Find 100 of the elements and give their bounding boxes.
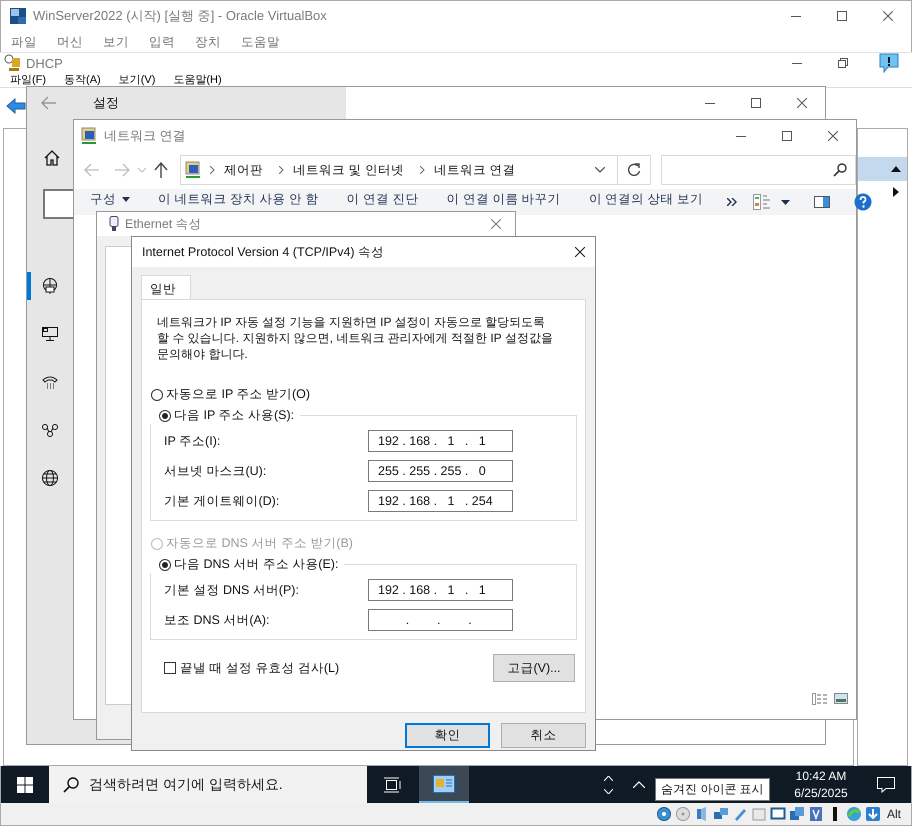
- taskbar-app-button[interactable]: [419, 766, 469, 803]
- radio-label: 자동으로 IP 주소 받기(O): [166, 386, 310, 403]
- windows-logo-icon: [17, 776, 33, 792]
- menu-item[interactable]: 도움말: [237, 34, 288, 50]
- checkbox[interactable]: [164, 662, 176, 674]
- advanced-button[interactable]: 고급(V)...: [493, 654, 575, 682]
- shared-folder-icon: [750, 806, 767, 822]
- search-icon: [832, 163, 847, 177]
- task-view-icon: [384, 776, 402, 792]
- scroll-up-icon[interactable]: [604, 776, 613, 780]
- radio-label: 자동으로 DNS 서버 주소 받기(B): [166, 535, 353, 552]
- hard-disk-icon: [656, 806, 672, 822]
- host-key-label: Alt: [886, 806, 901, 820]
- toolbar-button[interactable]: 이 연결 이름 바꾸기: [446, 189, 561, 207]
- chevron-down-icon[interactable]: [594, 167, 605, 173]
- chevron-right-icon: [210, 166, 215, 174]
- refresh-button[interactable]: [618, 155, 651, 185]
- toolbar-button[interactable]: 구성: [90, 189, 130, 207]
- address-bar[interactable]: 제어판 네트워크 및 인터넷 네트워크 연결: [180, 155, 618, 185]
- field-label: 기본 설정 DNS 서버(P):: [163, 582, 300, 598]
- caret-icon[interactable]: [781, 200, 790, 204]
- field-label: 기본 게이트웨이(D):: [163, 492, 280, 510]
- close-icon: [883, 11, 893, 21]
- ok-button[interactable]: 확인: [405, 723, 490, 748]
- network-folder-icon: [80, 126, 98, 144]
- clock[interactable]: 10:42 AM 6/25/2025: [781, 768, 861, 802]
- field-label: IP 주소(I):: [163, 432, 222, 450]
- menu-item[interactable]: 보기(V): [118, 74, 156, 86]
- toolbar-button[interactable]: 이 연결의 상태 보기: [588, 189, 704, 207]
- cancel-button[interactable]: 취소: [501, 723, 586, 748]
- menu-item[interactable]: 입력: [145, 34, 183, 50]
- search-field[interactable]: 검색하려면 여기에 입력하세요.: [49, 766, 367, 803]
- view-options-icon[interactable]: [753, 194, 772, 210]
- network-icon: [712, 806, 729, 822]
- menu-item[interactable]: 동작(A): [64, 74, 101, 86]
- ip-address-field[interactable]: 192 . 168 . 1 . 1: [368, 579, 513, 601]
- window-title: WinServer2022 (시작) [실행 중] - Oracle VirtualBox: [33, 7, 328, 25]
- menu-item[interactable]: 파일(F): [10, 74, 46, 86]
- toolbar-button[interactable]: 이 네트워크 장치 사용 안 함: [158, 189, 318, 207]
- app-logo-icon: [9, 7, 27, 25]
- app-window-icon: [433, 774, 455, 792]
- radio-button[interactable]: [151, 388, 163, 400]
- optical-disc-icon: [674, 806, 691, 822]
- window-title: 네트워크 연결: [104, 126, 187, 144]
- checkbox-label: 끝낼 때 설정 유효성 검사(L): [180, 660, 340, 676]
- menu-item[interactable]: 파일: [7, 34, 45, 50]
- globe-icon[interactable]: [41, 469, 59, 487]
- up-arrow-icon[interactable]: [154, 162, 168, 178]
- maximize-icon: [751, 98, 761, 108]
- breadcrumb-item[interactable]: 네트워크 및 인터넷: [293, 162, 404, 178]
- search-field[interactable]: [43, 189, 74, 219]
- tooltip: 숨겨진 아이콘 표시: [655, 778, 770, 801]
- maximize-icon: [837, 11, 847, 21]
- menu-item[interactable]: 보기: [99, 34, 137, 50]
- collapse-arrow-icon[interactable]: [891, 166, 901, 172]
- expand-arrow-icon[interactable]: [893, 187, 899, 197]
- window-title: Ethernet 속성: [125, 216, 203, 232]
- field-label: 보조 DNS 서버(A):: [163, 612, 270, 628]
- caret-icon: [122, 197, 130, 202]
- windows-icon: [788, 806, 805, 822]
- link-icon[interactable]: [41, 421, 59, 439]
- restore-icon: [838, 58, 848, 68]
- globe-icon: [846, 806, 862, 822]
- more-commands-icon[interactable]: [727, 198, 738, 206]
- menu-item[interactable]: 장치: [191, 34, 229, 50]
- menu-item[interactable]: 머신: [53, 34, 91, 50]
- preview-pane-icon[interactable]: [814, 196, 830, 208]
- radio-button[interactable]: [159, 410, 171, 422]
- description-text: 네트워크가 IP 자동 설정 기능을 지원하면 IP 설정이 자동으로 할당되도록 할 수 있습니다. 지원하지 않으면, 네트워크 관리자에게 적절한 IP 설정값을 문의해야 합니다.: [157, 314, 554, 362]
- back-arrow-icon[interactable]: [6, 98, 26, 114]
- back-arrow-icon[interactable]: [41, 96, 57, 110]
- details-view-icon[interactable]: [812, 693, 828, 705]
- ip-address-field[interactable]: 255 . 255 . 255 . 0: [368, 460, 513, 482]
- home-icon[interactable]: [43, 149, 61, 167]
- radio-button[interactable]: [159, 558, 171, 570]
- network-globe-icon[interactable]: [41, 277, 59, 295]
- help-icon[interactable]: [854, 193, 872, 211]
- ethernet-plug-icon: [109, 216, 119, 232]
- toolbar-button[interactable]: 이 연결 진단: [346, 189, 418, 207]
- large-icons-view-icon[interactable]: [834, 693, 848, 704]
- chevron-right-icon: [279, 166, 284, 174]
- ip-address-field[interactable]: . . .: [368, 609, 513, 631]
- breadcrumb-item[interactable]: 제어판: [224, 162, 263, 178]
- window-title: DHCP: [26, 56, 64, 70]
- close-icon: [828, 130, 838, 140]
- radio-label: 다음 DNS 서버 주소 사용(E):: [174, 556, 338, 573]
- dialog-title: Internet Protocol Version 4 (TCP/IPv4) 속성: [142, 244, 386, 260]
- breadcrumb-item[interactable]: 네트워크 연결: [434, 162, 516, 178]
- ip-address-field[interactable]: 192 . 168 . 1 . 1: [368, 430, 513, 452]
- monitor-icon[interactable]: [41, 325, 59, 343]
- bar-icon: [832, 806, 837, 820]
- download-icon: [864, 806, 881, 822]
- network-folder-icon: [184, 161, 202, 179]
- tab[interactable]: 일반: [141, 275, 191, 299]
- scroll-down-icon[interactable]: [604, 788, 613, 794]
- close-icon: [491, 219, 501, 229]
- ip-address-field[interactable]: 192 . 168 . 1 . 254: [368, 490, 513, 512]
- menu-item[interactable]: 도움말(H): [173, 74, 222, 86]
- close-icon: [797, 98, 807, 108]
- notification-icon[interactable]: [877, 776, 895, 792]
